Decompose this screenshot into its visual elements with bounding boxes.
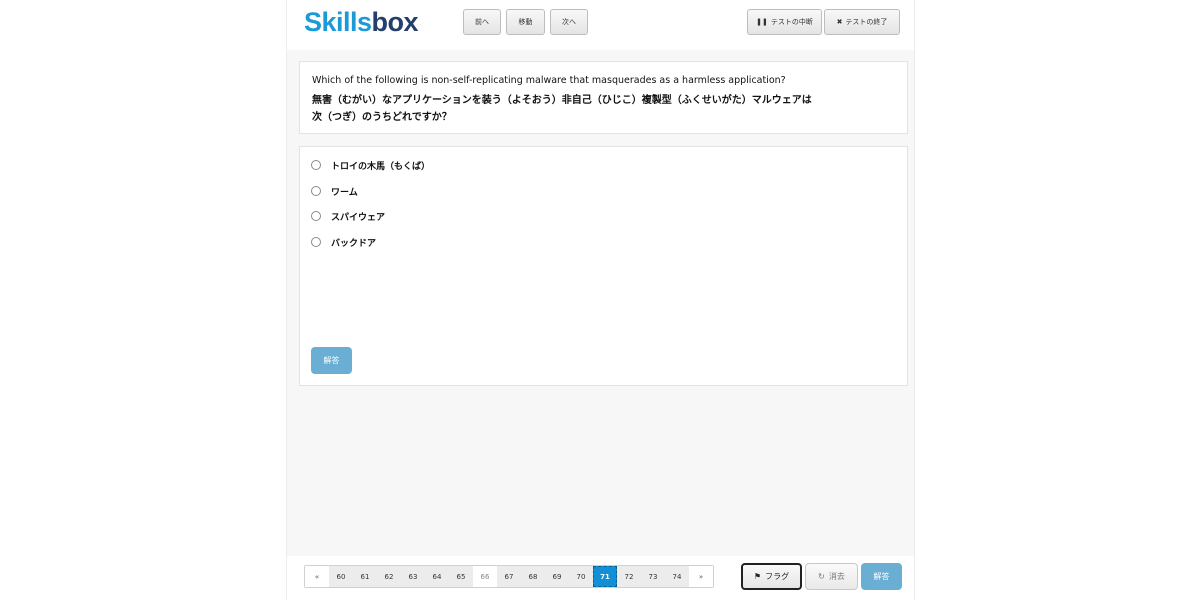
submit-answer-button[interactable]: 解答 — [311, 347, 352, 374]
page-61[interactable]: 61 — [353, 566, 377, 587]
skillsbox-logo: Skillsbox — [304, 7, 419, 37]
page-73[interactable]: 73 — [641, 566, 665, 587]
page-67[interactable]: 67 — [497, 566, 521, 587]
move-button[interactable]: 移動 — [506, 9, 545, 35]
next-button-label: 次へ — [562, 18, 576, 26]
end-test-label: テストの終了 — [845, 18, 888, 26]
pagination: « 60 61 62 63 64 65 66 67 68 69 70 71 72… — [304, 565, 714, 588]
clear-button[interactable]: ↻ 消去 — [805, 563, 858, 590]
option-label: バックドア — [331, 238, 377, 249]
flag-button[interactable]: ⚑ フラグ — [741, 563, 802, 590]
pagination-next[interactable]: » — [689, 566, 713, 587]
page-68[interactable]: 68 — [521, 566, 545, 587]
footer-answer-button[interactable]: 解答 — [861, 563, 902, 590]
question-japanese-line-1: 無害（むがい）なアプリケーションを装う（よそおう）非自己（ひじこ）複製型（ふくせ… — [312, 95, 812, 106]
page-72[interactable]: 72 — [617, 566, 641, 587]
radio-button[interactable] — [311, 160, 321, 170]
page-64[interactable]: 64 — [425, 566, 449, 587]
radio-button[interactable] — [311, 186, 321, 196]
pause-test-label: テストの中断 — [770, 18, 813, 26]
next-button[interactable]: 次へ — [550, 9, 588, 35]
answers-panel: トロイの木馬（もくば） ワーム スパイウェア バックドア 解答 — [299, 146, 908, 386]
page-62[interactable]: 62 — [377, 566, 401, 587]
end-test-button[interactable]: ✖ テストの終了 — [824, 9, 900, 35]
flag-icon: ⚑ — [753, 572, 762, 581]
move-button-label: 移動 — [518, 18, 533, 26]
bottom-toolbar: « 60 61 62 63 64 65 66 67 68 69 70 71 72… — [287, 556, 914, 600]
page-63[interactable]: 63 — [401, 566, 425, 587]
close-icon: ✖ — [836, 18, 843, 26]
option-label: スパイウェア — [331, 212, 386, 223]
option-label: ワーム — [331, 187, 358, 198]
pause-icon: ❚❚ — [756, 18, 768, 26]
option-3[interactable]: スパイウェア — [311, 209, 385, 223]
page-66[interactable]: 66 — [473, 566, 497, 587]
exam-app: Skillsbox 前へ 移動 次へ ❚❚ テストの中断 ✖ テストの終了 Wh… — [286, 0, 915, 600]
page-60[interactable]: 60 — [329, 566, 353, 587]
top-toolbar: Skillsbox 前へ 移動 次へ ❚❚ テストの中断 ✖ テストの終了 — [287, 0, 914, 50]
prev-button[interactable]: 前へ — [463, 9, 501, 35]
radio-button[interactable] — [311, 237, 321, 247]
flag-label: フラグ — [765, 572, 790, 581]
refresh-icon: ↻ — [818, 572, 825, 581]
page-69[interactable]: 69 — [545, 566, 569, 587]
question-japanese-line-2: 次（つぎ）のうちどれですか？ — [312, 112, 452, 123]
prev-button-label: 前へ — [475, 18, 489, 26]
question-text-english: Which of the following is non-self-repli… — [312, 75, 786, 86]
question-text-japanese: 無害（むがい）なアプリケーションを装う（よそおう）非自己（ひじこ）複製型（ふくせ… — [312, 92, 872, 126]
option-4[interactable]: バックドア — [311, 235, 376, 249]
radio-button[interactable] — [311, 211, 321, 221]
option-2[interactable]: ワーム — [311, 184, 358, 198]
option-label: トロイの木馬（もくば） — [331, 161, 431, 172]
page-65[interactable]: 65 — [449, 566, 473, 587]
option-1[interactable]: トロイの木馬（もくば） — [311, 158, 430, 172]
clear-label: 消去 — [828, 572, 845, 581]
question-panel: Which of the following is non-self-repli… — [299, 61, 908, 134]
page-70[interactable]: 70 — [569, 566, 593, 587]
page-74[interactable]: 74 — [665, 566, 689, 587]
page-71-current[interactable]: 71 — [593, 566, 617, 587]
pause-test-button[interactable]: ❚❚ テストの中断 — [747, 9, 822, 35]
pagination-prev[interactable]: « — [305, 566, 329, 587]
